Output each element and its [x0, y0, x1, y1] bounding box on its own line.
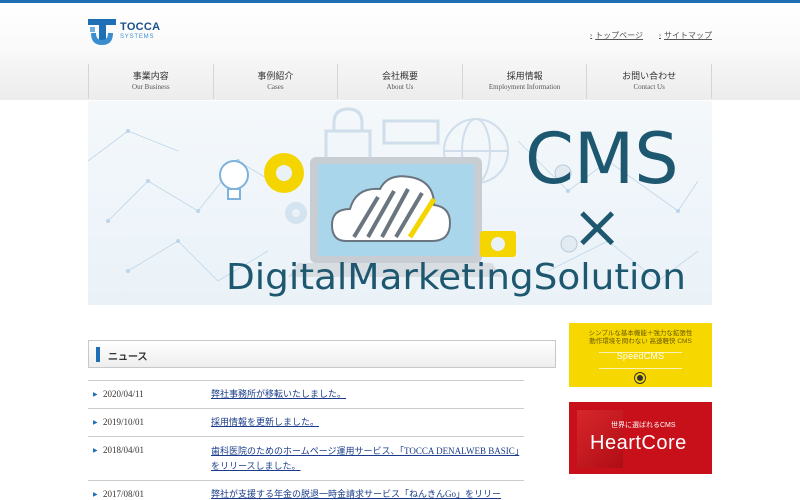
lightbulb-icon — [219, 160, 249, 200]
triangle-bullet-icon: ▶ — [93, 420, 98, 426]
nav-label-en: Cases — [267, 83, 284, 91]
news-link[interactable]: 歯科医院のためのホームページ運用サービス、「TOCCA DENALWEB BAS… — [211, 444, 521, 474]
speedometer-icon — [635, 373, 645, 383]
top-page-link[interactable]: › トップページ — [590, 30, 643, 41]
sitemap-link[interactable]: › サイトマップ — [659, 30, 712, 41]
news-heading: ニュース — [108, 352, 148, 363]
news-date: 2018/04/01 — [103, 445, 145, 455]
heartcore-name: HeartCore — [590, 432, 687, 454]
nav-label-ja: 会社概要 — [381, 71, 418, 81]
gear-icon — [264, 153, 304, 193]
news-date: 2017/08/01 — [103, 489, 145, 499]
nav-item-employment[interactable]: 採用情報 Employment Information — [463, 64, 588, 99]
global-nav: 事業内容 Our Business 事例紹介 Cases 会社概要 About … — [88, 64, 712, 99]
news-list: ▶ 2020/04/11 弊社事務所が移転いたしました。 ▶ 2019/10/0… — [88, 380, 524, 500]
site-logo[interactable]: TOCCA SYSTEMS — [88, 17, 161, 49]
nav-label-en: Employment Information — [488, 83, 561, 91]
hero-banner: CMS × DigitalMarketingSolution — [88, 101, 712, 305]
speedcms-tagline-1: シンプルな基本機能＋強力な拡張性 — [588, 330, 693, 337]
news-item: ▶ 2017/08/01 弊社が支援する年金の脱退一時金請求サービス「ねんきんG… — [88, 480, 524, 500]
news-item: ▶ 2020/04/11 弊社事務所が移転いたしました。 — [88, 380, 524, 408]
top-page-label: トップページ — [595, 31, 643, 40]
news-item: ▶ 2018/04/01 歯科医院のためのホームページ運用サービス、「TOCCA… — [88, 436, 524, 480]
triangle-bullet-icon: ▶ — [93, 392, 98, 398]
nav-label-en: Contact Us — [633, 83, 665, 91]
news-link[interactable]: 弊社が支援する年金の脱退一時金請求サービス「ねんきんGo」をリリー — [211, 488, 521, 500]
nav-label-ja: お問い合わせ — [622, 71, 677, 81]
camera-icon — [480, 231, 516, 257]
small-gear-icon — [285, 202, 307, 224]
nav-label-ja: 採用情報 — [506, 71, 543, 81]
nav-item-about[interactable]: 会社概要 About Us — [338, 64, 463, 99]
chevron-right-icon: › — [659, 32, 661, 39]
nav-item-cases[interactable]: 事例紹介 Cases — [214, 64, 339, 99]
divider — [599, 368, 682, 369]
triangle-bullet-icon: ▶ — [93, 448, 98, 454]
heartcore-tagline: 世界に選ばれるCMS — [611, 422, 676, 429]
hero-illustration: CMS × DigitalMarketingSolution — [88, 107, 699, 298]
heading-accent — [96, 347, 100, 362]
nav-label-en: Our Business — [132, 83, 170, 91]
news-date: 2019/10/01 — [103, 417, 145, 427]
nav-label-en: About Us — [386, 83, 414, 91]
divider — [599, 352, 682, 353]
news-link[interactable]: 弊社事務所が移転いたしました。 — [211, 388, 521, 401]
chevron-right-icon: › — [590, 32, 593, 39]
logo-subtitle: SYSTEMS — [120, 34, 155, 40]
nav-item-contact[interactable]: お問い合わせ Contact Us — [587, 64, 712, 99]
speedcms-banner[interactable]: シンプルな基本機能＋強力な拡張性 動作環境を問わない 高速軽快 CMS Spee… — [569, 323, 712, 387]
triangle-bullet-icon: ▶ — [93, 492, 98, 498]
news-link[interactable]: 採用情報を更新しました。 — [211, 416, 521, 429]
nav-item-business[interactable]: 事業内容 Our Business — [89, 64, 214, 99]
lock-icon — [324, 107, 372, 163]
sitemap-label: サイトマップ — [664, 31, 712, 40]
utility-links: › トップページ › サイトマップ — [590, 30, 712, 41]
heartcore-banner[interactable]: 世界に選ばれるCMS HeartCore — [569, 402, 712, 474]
news-item: ▶ 2019/10/01 採用情報を更新しました。 — [88, 408, 524, 436]
logo-mark-icon — [88, 19, 116, 45]
news-heading-bar: ニュース — [88, 340, 556, 368]
nav-label-ja: 事例紹介 — [257, 71, 294, 81]
logo-name: TOCCA — [120, 21, 161, 33]
nav-label-ja: 事業内容 — [132, 71, 169, 81]
battery-icon — [382, 119, 440, 145]
hero-line3: DigitalMarketingSolution — [226, 257, 686, 298]
speedcms-tagline-2: 動作環境を問わない 高速軽快 CMS — [589, 338, 692, 345]
hero-line1: CMS — [525, 118, 679, 200]
hero-line2: × — [572, 192, 622, 262]
news-date: 2020/04/11 — [103, 389, 144, 399]
